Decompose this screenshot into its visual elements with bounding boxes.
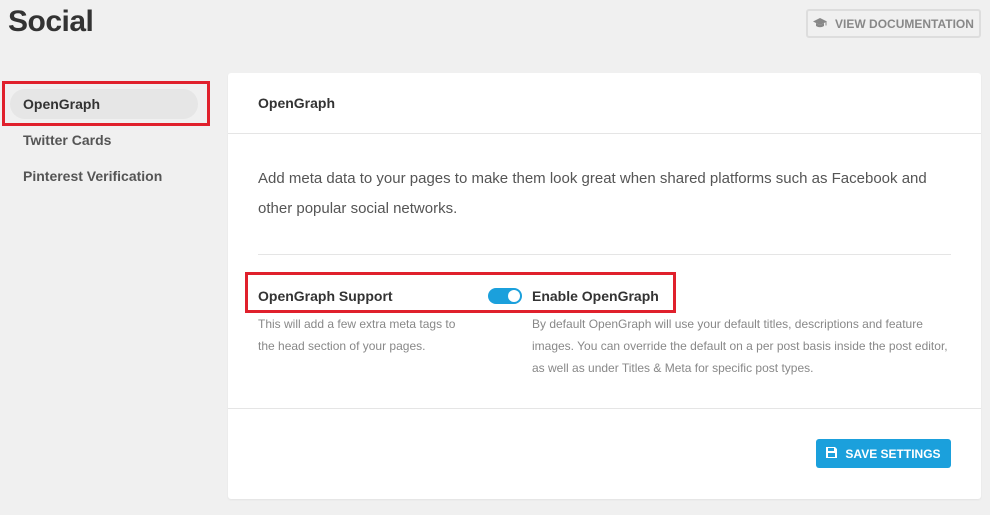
sidebar-item-pinterest-verification[interactable]: Pinterest Verification [23, 168, 162, 184]
page-title: Social [8, 5, 94, 38]
setting-label: OpenGraph Support [258, 288, 393, 304]
panel-title: OpenGraph [228, 73, 981, 134]
view-documentation-label: VIEW DOCUMENTATION [835, 16, 974, 31]
settings-panel: OpenGraph Add meta data to your pages to… [228, 73, 981, 499]
toggle-knob [508, 290, 520, 302]
view-documentation-button[interactable]: VIEW DOCUMENTATION [806, 9, 981, 38]
sidebar-item-opengraph[interactable]: OpenGraph [10, 89, 198, 119]
floppy-disk-icon [826, 446, 838, 461]
footer-divider [228, 408, 981, 409]
toggle-label: Enable OpenGraph [532, 288, 659, 304]
sidebar-item-twitter-cards[interactable]: Twitter Cards [23, 132, 111, 148]
save-settings-label: SAVE SETTINGS [845, 446, 941, 461]
save-settings-button[interactable]: SAVE SETTINGS [816, 439, 951, 468]
panel-description: Add meta data to your pages to make them… [258, 170, 927, 217]
toggle-help-text: By default OpenGraph will use your defau… [532, 317, 948, 375]
graduation-cap-icon [813, 18, 828, 29]
setting-help-text: This will add a few extra meta tags to t… [258, 317, 456, 353]
opengraph-toggle[interactable] [488, 288, 522, 304]
divider [258, 254, 951, 255]
